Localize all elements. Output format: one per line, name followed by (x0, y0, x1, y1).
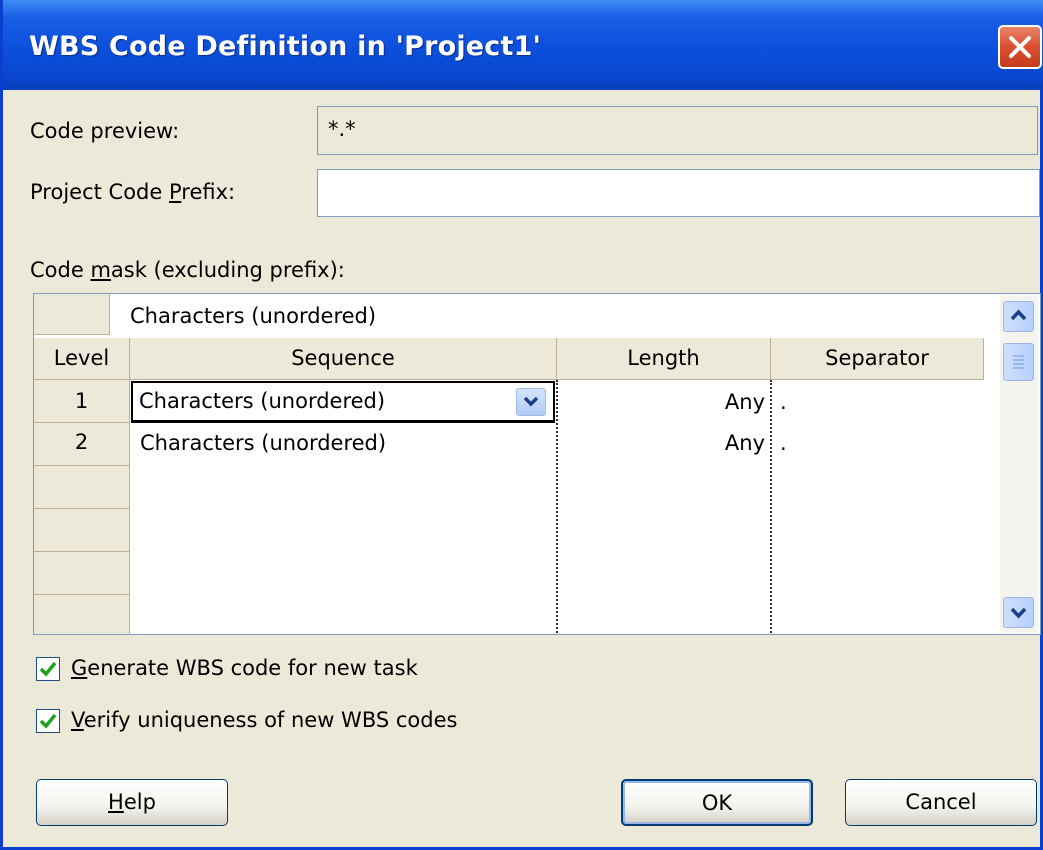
scroll-up-button[interactable] (1003, 301, 1034, 332)
verify-unique-checkbox[interactable] (36, 709, 60, 733)
code-mask-grid: Characters (unordered) Level Sequence Le… (33, 293, 1041, 635)
row-header-2[interactable]: 2 (34, 423, 130, 466)
column-header-level[interactable]: Level (34, 338, 130, 380)
chevron-down-icon (523, 396, 539, 407)
verify-unique-label[interactable]: Verify uniqueness of new WBS codes (71, 708, 457, 732)
scroll-thumb[interactable] (1003, 343, 1034, 381)
chevron-up-icon (1010, 309, 1027, 321)
code-mask-label: Code mask (excluding prefix): (30, 258, 345, 282)
sequence-dropdown[interactable]: Characters (unordered) (131, 381, 555, 423)
separator-cell[interactable]: . (780, 425, 960, 461)
chevron-down-icon (1010, 607, 1027, 619)
length-cell[interactable]: Any (559, 381, 765, 423)
project-prefix-label: Project Code Prefix: (30, 180, 236, 204)
dropdown-arrow-button[interactable] (516, 388, 546, 416)
edit-bar-corner (34, 294, 110, 335)
sequence-cell[interactable]: Characters (unordered) (140, 425, 550, 461)
grip-icon (1013, 355, 1024, 369)
column-header-separator[interactable]: Separator (771, 338, 984, 380)
scroll-down-button[interactable] (1003, 597, 1034, 628)
separator-cell[interactable]: . (780, 381, 960, 423)
row-header-5[interactable] (34, 552, 130, 595)
column-header-sequence[interactable]: Sequence (130, 338, 557, 380)
generate-wbs-checkbox[interactable] (36, 657, 60, 681)
project-prefix-input[interactable] (317, 169, 1040, 217)
sequence-dropdown-value: Characters (unordered) (139, 389, 386, 413)
generate-wbs-label[interactable]: Generate WBS code for new task (71, 656, 418, 680)
row-header-6[interactable] (34, 595, 130, 634)
length-cell[interactable]: Any (559, 425, 765, 461)
checkmark-icon (39, 661, 57, 677)
dialog-window: WBS Code Definition in 'Project1' Code p… (0, 0, 1043, 850)
window-title: WBS Code Definition in 'Project1' (29, 31, 542, 62)
row-header-4[interactable] (34, 509, 130, 552)
row-header-1[interactable]: 1 (34, 380, 130, 423)
title-bar[interactable]: WBS Code Definition in 'Project1' (3, 0, 1043, 90)
ok-button[interactable]: OK (621, 779, 813, 826)
checkmark-icon (39, 713, 57, 729)
code-preview-label: Code preview: (30, 119, 180, 143)
column-divider (556, 380, 558, 634)
row-header-3[interactable] (34, 466, 130, 509)
cancel-button[interactable]: Cancel (845, 779, 1037, 826)
edit-bar-input[interactable]: Characters (unordered) (114, 294, 994, 335)
close-button[interactable] (998, 25, 1042, 69)
code-preview-field: *.* (317, 106, 1038, 155)
column-header-length[interactable]: Length (557, 338, 771, 380)
close-icon (1009, 36, 1031, 58)
help-button[interactable]: Help (36, 779, 228, 826)
vertical-scrollbar[interactable] (1000, 295, 1038, 633)
column-divider (770, 380, 772, 634)
